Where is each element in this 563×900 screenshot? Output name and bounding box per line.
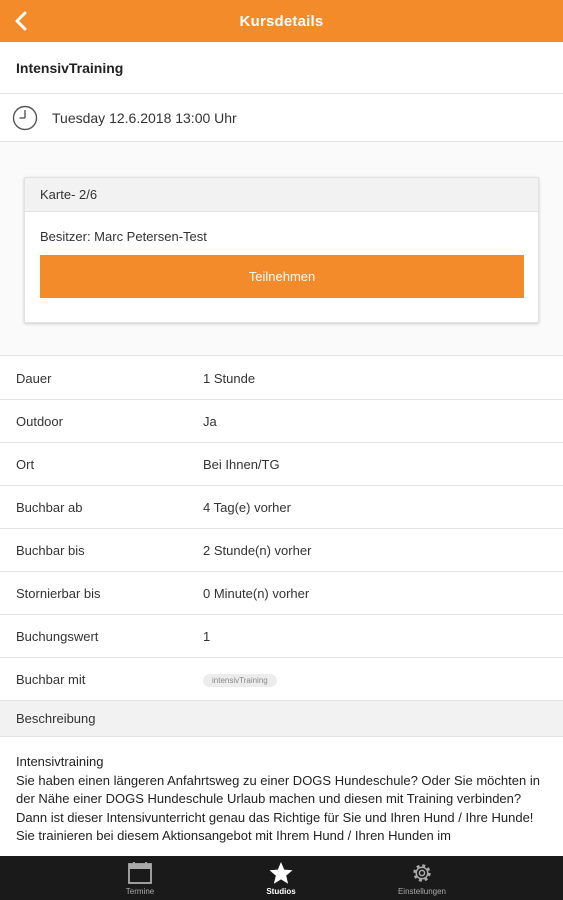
card-title: Karte- 2/6 bbox=[25, 178, 538, 212]
bookable-with-tag: intensivTraining bbox=[203, 674, 277, 687]
detail-value: Ja bbox=[203, 413, 217, 429]
back-button[interactable] bbox=[4, 4, 38, 38]
detail-label: Buchbar bis bbox=[16, 542, 85, 558]
detail-value: intensivTraining bbox=[203, 671, 563, 687]
chevron-left-icon bbox=[15, 11, 27, 31]
description-line: Sie trainieren bei diesem Aktionsangebot… bbox=[16, 828, 452, 844]
description-line: Sie haben einen längeren Anfahrtsweg zu … bbox=[16, 772, 540, 825]
nav-tab-termine[interactable]: Termine bbox=[70, 856, 210, 900]
details-list: Dauer 1 Stunde Outdoor Ja Ort Bei Ihnen/… bbox=[0, 357, 563, 701]
app-bar: Kursdetails bbox=[0, 0, 563, 42]
detail-label: Buchungswert bbox=[16, 628, 99, 644]
detail-row-buchungswert: Buchungswert 1 bbox=[0, 615, 563, 658]
course-name: IntensivTraining bbox=[0, 42, 563, 94]
nav-tab-studios[interactable]: Studios bbox=[211, 856, 351, 900]
description-text: Intensivtraining Sie haben einen längere… bbox=[16, 753, 551, 846]
nav-tab-einstellungen[interactable]: Einstellungen bbox=[352, 856, 492, 900]
description-heading: Beschreibung bbox=[0, 701, 563, 737]
course-datetime-row: Tuesday 12.6.2018 13:00 Uhr bbox=[0, 94, 563, 142]
clock-icon bbox=[12, 105, 38, 130]
detail-row-ort: Ort Bei Ihnen/TG bbox=[0, 443, 563, 486]
detail-value: 1 Stunde bbox=[203, 370, 256, 386]
detail-value: Bei Ihnen/TG bbox=[203, 456, 280, 472]
card-section: Karte- 2/6 Besitzer: Marc Petersen-Test … bbox=[0, 142, 563, 356]
detail-row-buchbar-ab: Buchbar ab 4 Tag(e) vorher bbox=[0, 486, 563, 529]
nav-tab-label: Termine bbox=[125, 886, 155, 896]
calendar-icon bbox=[128, 861, 152, 884]
detail-label: Buchbar ab bbox=[16, 499, 83, 515]
detail-label: Dauer bbox=[16, 370, 52, 386]
detail-row-buchbar-mit: Buchbar mit intensivTraining bbox=[0, 658, 563, 701]
card-owner: Besitzer: Marc Petersen-Test bbox=[40, 229, 207, 244]
detail-label: Stornierbar bis bbox=[16, 585, 101, 601]
gear-icon bbox=[413, 863, 431, 882]
star-icon bbox=[269, 861, 293, 884]
detail-row-outdoor: Outdoor Ja bbox=[0, 400, 563, 443]
page-title: Kursdetails bbox=[239, 12, 324, 30]
detail-row-dauer: Dauer 1 Stunde bbox=[0, 357, 563, 400]
detail-value: 1 bbox=[203, 628, 211, 644]
detail-row-buchbar-bis: Buchbar bis 2 Stunde(n) vorher bbox=[0, 529, 563, 572]
detail-row-stornierbar-bis: Stornierbar bis 0 Minute(n) vorher bbox=[0, 572, 563, 615]
detail-label: Outdoor bbox=[16, 413, 63, 429]
detail-value: 0 Minute(n) vorher bbox=[203, 585, 310, 601]
bottom-navigation: Termine Studios Einstellungen bbox=[0, 856, 563, 900]
detail-label: Buchbar mit bbox=[16, 671, 86, 687]
detail-value: 2 Stunde(n) vorher bbox=[203, 542, 312, 558]
datetime-text: Tuesday 12.6.2018 13:00 Uhr bbox=[52, 109, 237, 126]
nav-tab-label: Einstellungen bbox=[397, 886, 447, 896]
description-line: Intensivtraining bbox=[16, 754, 104, 769]
detail-value: 4 Tag(e) vorher bbox=[203, 499, 291, 515]
detail-label: Ort bbox=[16, 456, 35, 472]
membership-card: Karte- 2/6 Besitzer: Marc Petersen-Test … bbox=[24, 177, 539, 323]
nav-tab-label: Studios bbox=[266, 886, 296, 896]
join-button[interactable]: Teilnehmen bbox=[40, 255, 524, 298]
